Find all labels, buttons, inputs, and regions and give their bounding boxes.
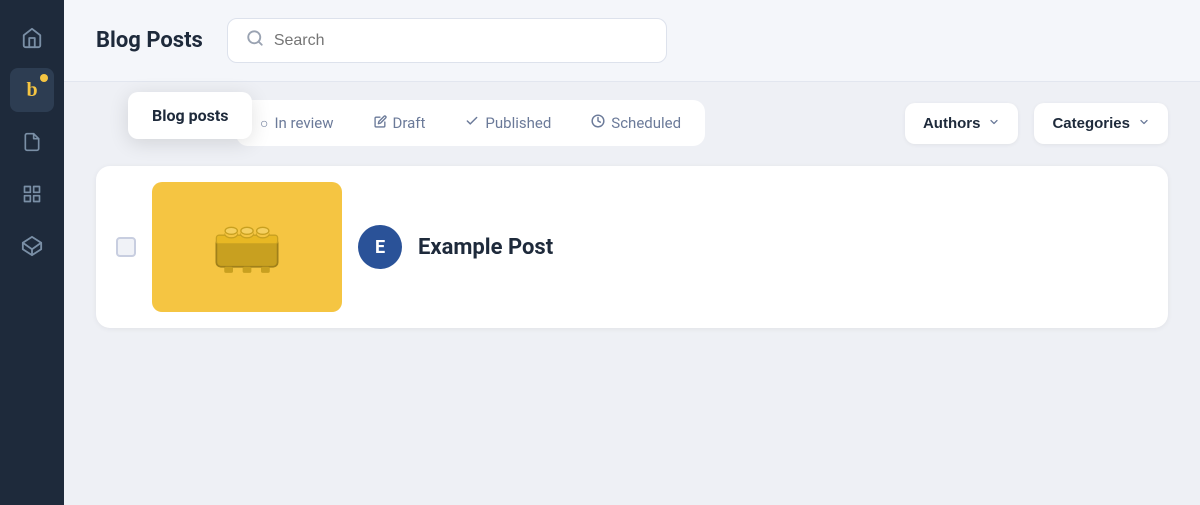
blog-posts-tooltip: Blog posts xyxy=(128,92,252,139)
blog-icon[interactable]: b xyxy=(10,68,54,112)
post-title: Example Post xyxy=(418,235,553,260)
content-area: E Example Post xyxy=(64,158,1200,505)
home-icon[interactable] xyxy=(10,16,54,60)
tab-in-review-label: In review xyxy=(274,114,333,132)
in-review-icon: ○ xyxy=(260,115,268,132)
tab-scheduled-label: Scheduled xyxy=(611,114,681,132)
table-row[interactable]: E Example Post xyxy=(96,166,1168,328)
authors-chevron-icon xyxy=(988,116,1000,131)
sidebar: b xyxy=(0,0,64,505)
page-icon[interactable] xyxy=(10,120,54,164)
filter-tabs: ○ In review Draft Published xyxy=(236,100,705,146)
grid-icon[interactable] xyxy=(10,172,54,216)
search-input[interactable] xyxy=(274,32,648,50)
header: Blog Posts xyxy=(64,0,1200,82)
tab-draft[interactable]: Draft xyxy=(366,110,434,136)
tab-scheduled[interactable]: Scheduled xyxy=(583,110,689,136)
draft-icon xyxy=(374,115,387,132)
tooltip-label: Blog posts xyxy=(152,106,228,125)
authors-dropdown[interactable]: Authors xyxy=(905,103,1019,144)
categories-label: Categories xyxy=(1052,115,1130,132)
avatar: E xyxy=(358,225,402,269)
authors-label: Authors xyxy=(923,115,981,132)
search-box[interactable] xyxy=(227,18,667,63)
published-icon xyxy=(465,114,479,132)
categories-dropdown[interactable]: Categories xyxy=(1034,103,1168,144)
post-thumbnail xyxy=(152,182,342,312)
blocks-icon[interactable] xyxy=(10,224,54,268)
search-icon xyxy=(246,29,264,52)
toolbar-row: Blog posts ○ In review Draft xyxy=(64,82,1200,158)
post-checkbox[interactable] xyxy=(116,237,136,257)
tab-draft-label: Draft xyxy=(393,114,426,132)
scheduled-icon xyxy=(591,114,605,132)
categories-chevron-icon xyxy=(1138,116,1150,131)
page-title: Blog Posts xyxy=(96,28,203,53)
tab-published-label: Published xyxy=(485,114,551,132)
tab-published[interactable]: Published xyxy=(457,110,559,136)
tab-in-review[interactable]: ○ In review xyxy=(252,110,342,136)
main-content: Blog Posts Blog posts ○ In review xyxy=(64,0,1200,505)
